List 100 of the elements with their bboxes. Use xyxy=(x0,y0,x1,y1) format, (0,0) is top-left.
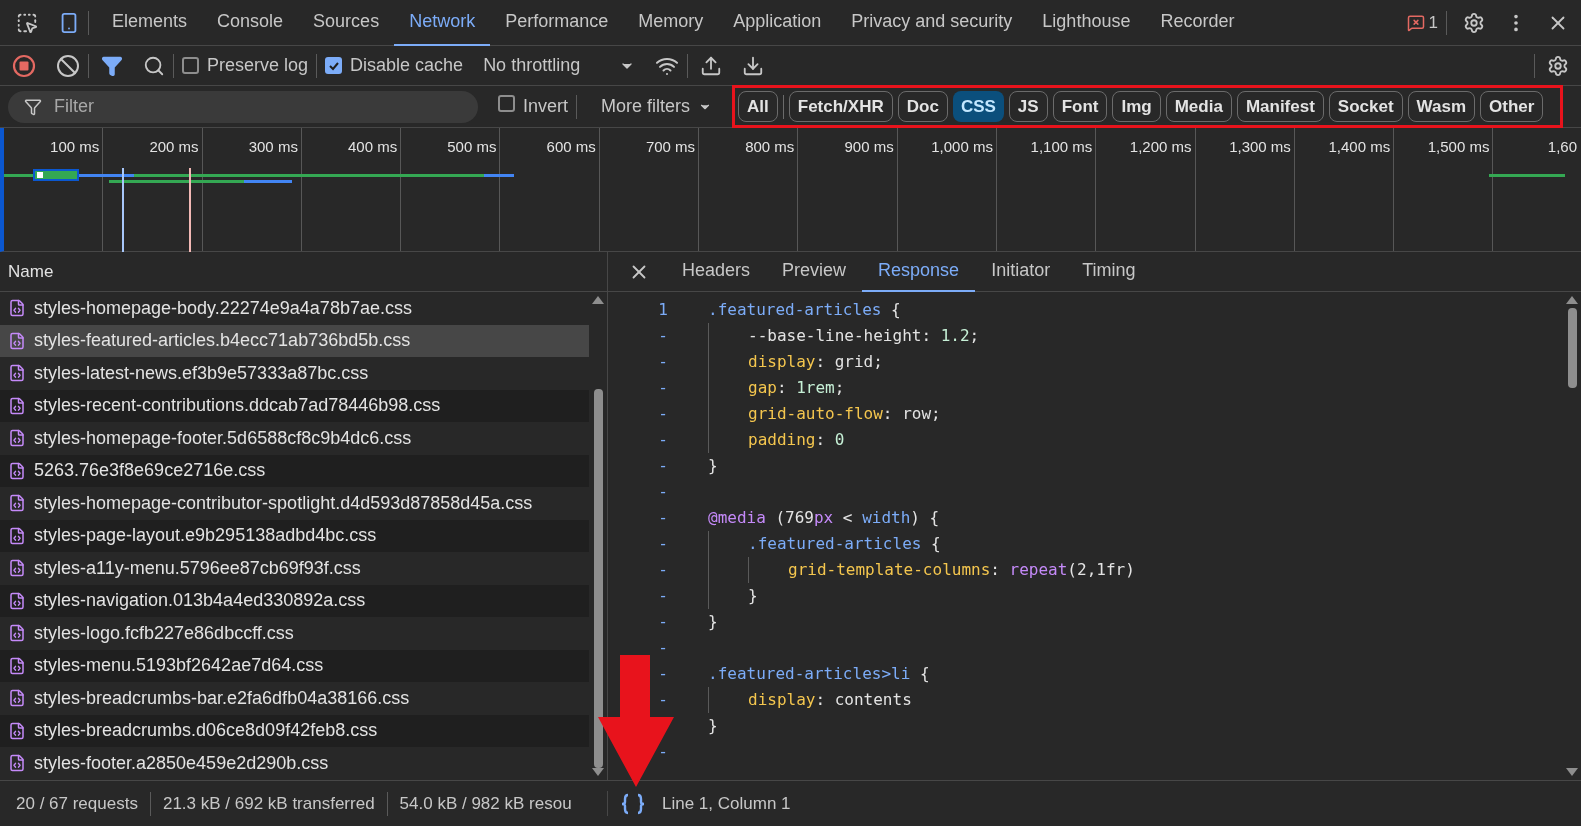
panel-tab[interactable]: Performance xyxy=(490,0,624,46)
request-row[interactable]: styles-breadcrumbs.d06ce8d09f42feb8.css xyxy=(0,714,589,747)
time-tick-label: 1,100 ms xyxy=(1030,137,1093,157)
requests-count: 20 / 67 requests xyxy=(16,792,138,815)
type-filter-chip[interactable]: Wasm xyxy=(1407,91,1476,122)
network-settings-icon[interactable] xyxy=(1547,54,1569,77)
request-row[interactable]: styles-menu.5193bf2642ae7d64.css xyxy=(0,649,589,682)
code-line: display: grid; xyxy=(748,351,883,373)
search-icon[interactable] xyxy=(143,54,165,77)
time-tick-label: 300 ms xyxy=(248,137,298,157)
type-filter-chip[interactable]: All xyxy=(738,91,778,122)
stylesheet-icon xyxy=(8,429,26,448)
time-tick-label: 1,200 ms xyxy=(1129,137,1192,157)
type-filter-chip[interactable]: Socket xyxy=(1328,91,1403,122)
resources-size: 54.0 kB / 982 kB resou xyxy=(399,792,572,815)
line-number: - xyxy=(658,482,668,501)
request-row[interactable]: styles-page-layout.e9b295138adbd4bc.css xyxy=(0,519,589,552)
type-filter-chip[interactable]: Font xyxy=(1052,91,1108,122)
more-filters-button[interactable]: More filters xyxy=(601,93,713,120)
panel-tab[interactable]: Memory xyxy=(623,0,719,46)
line-number: - xyxy=(658,612,668,631)
line-number: - xyxy=(658,664,668,683)
code-line: padding: 0 xyxy=(748,429,845,451)
pretty-print-icon[interactable] xyxy=(620,792,646,815)
request-row[interactable]: styles-featured-articles.b4ecc71ab736bd5b.css xyxy=(0,324,589,357)
type-filter-chip[interactable]: Img xyxy=(1112,91,1161,122)
code-line: .featured-articles { xyxy=(748,533,941,555)
detail-tab[interactable]: Initiator xyxy=(975,251,1067,292)
line-number: - xyxy=(658,534,668,553)
upload-icon[interactable] xyxy=(700,54,723,77)
column-header[interactable]: Name xyxy=(0,258,54,285)
panel-tab[interactable]: Elements xyxy=(97,0,203,46)
panel-tab[interactable]: Application xyxy=(718,0,837,46)
detail-tab[interactable]: Headers xyxy=(666,251,767,292)
time-tick-label: 700 ms xyxy=(645,137,696,157)
line-number: - xyxy=(658,690,668,709)
stylesheet-icon xyxy=(8,754,26,773)
detail-tab[interactable]: Response xyxy=(862,251,976,292)
stylesheet-icon xyxy=(8,461,26,480)
inspect-icon[interactable] xyxy=(16,11,38,34)
stylesheet-icon xyxy=(8,591,26,610)
line-number: - xyxy=(658,508,668,527)
time-tick-label: 600 ms xyxy=(546,137,596,157)
line-number: - xyxy=(658,456,668,475)
time-tick-label: 500 ms xyxy=(447,137,497,157)
code-line: .featured-articles { xyxy=(708,299,901,321)
request-row[interactable]: styles-navigation.013b4a4ed330892a.css xyxy=(0,584,589,617)
panel-tab[interactable]: Network xyxy=(394,0,491,46)
stylesheet-icon xyxy=(8,494,26,513)
invert-label: Invert xyxy=(523,95,569,118)
time-tick-label: 800 ms xyxy=(745,137,795,157)
line-number: - xyxy=(658,404,668,423)
time-tick-label: 100 ms xyxy=(50,137,100,157)
preserve-log-checkbox[interactable] xyxy=(182,57,199,74)
line-number: 1 xyxy=(658,300,668,319)
detail-tab[interactable]: Timing xyxy=(1066,251,1152,292)
panel-tab[interactable]: Sources xyxy=(298,0,395,46)
preserve-log-label: Preserve log xyxy=(207,54,309,77)
panel-tab[interactable]: Recorder xyxy=(1145,0,1250,46)
settings-icon[interactable] xyxy=(1463,11,1485,34)
request-row[interactable]: 5263.76e3f8e69ce2716e.css xyxy=(0,454,589,487)
panel-tab[interactable]: Privacy and security xyxy=(836,0,1028,46)
panel-tab[interactable]: Lighthouse xyxy=(1027,0,1146,46)
code-line: grid-template-columns: repeat(2,1fr) xyxy=(788,559,1135,581)
code-line: gap: 1rem; xyxy=(748,377,845,399)
code-line: display: contents xyxy=(748,689,912,711)
clear-icon[interactable] xyxy=(56,53,80,78)
time-tick-label: 200 ms xyxy=(149,137,199,157)
cursor-position: Line 1, Column 1 xyxy=(662,792,791,815)
stylesheet-icon xyxy=(8,559,26,578)
issues-button[interactable]: 1 xyxy=(1406,9,1438,36)
stylesheet-icon xyxy=(8,624,26,643)
panel-tab[interactable]: Console xyxy=(202,0,299,46)
code-line: .featured-articles>li { xyxy=(708,663,930,685)
filter-field[interactable]: Filter xyxy=(8,90,478,123)
stylesheet-icon xyxy=(8,656,26,675)
time-tick-label: 1,60 xyxy=(1547,137,1577,157)
stylesheet-icon xyxy=(8,364,26,383)
filter-icon[interactable] xyxy=(101,54,123,77)
time-tick-label: 1,000 ms xyxy=(931,137,993,157)
type-filter-chip[interactable]: Media xyxy=(1165,91,1232,122)
request-row[interactable]: styles-recent-contributions.ddcab7ad78446b98.css xyxy=(0,389,589,422)
type-filter-chip[interactable]: CSS xyxy=(952,91,1004,122)
type-filter-chip[interactable]: Fetch/XHR xyxy=(788,91,893,122)
type-filter-chip[interactable]: Manifest xyxy=(1236,91,1324,122)
stylesheet-icon xyxy=(8,721,26,740)
detail-tab[interactable]: Preview xyxy=(766,251,863,292)
code-line: grid-auto-flow: row; xyxy=(748,403,941,425)
disable-cache-checkbox[interactable] xyxy=(325,57,343,74)
type-filter-chip[interactable]: Other xyxy=(1480,91,1544,122)
record-stop-icon[interactable] xyxy=(12,53,36,78)
type-filter-chip[interactable]: JS xyxy=(1008,91,1048,122)
time-tick-label: 900 ms xyxy=(844,137,894,157)
line-number: - xyxy=(658,430,668,449)
stylesheet-icon xyxy=(8,396,26,415)
download-icon[interactable] xyxy=(742,54,765,77)
throttling-select[interactable]: No throttling xyxy=(483,52,636,79)
invert-checkbox[interactable] xyxy=(498,95,515,112)
line-number: - xyxy=(658,352,668,371)
type-filter-chip[interactable]: Doc xyxy=(897,91,948,122)
